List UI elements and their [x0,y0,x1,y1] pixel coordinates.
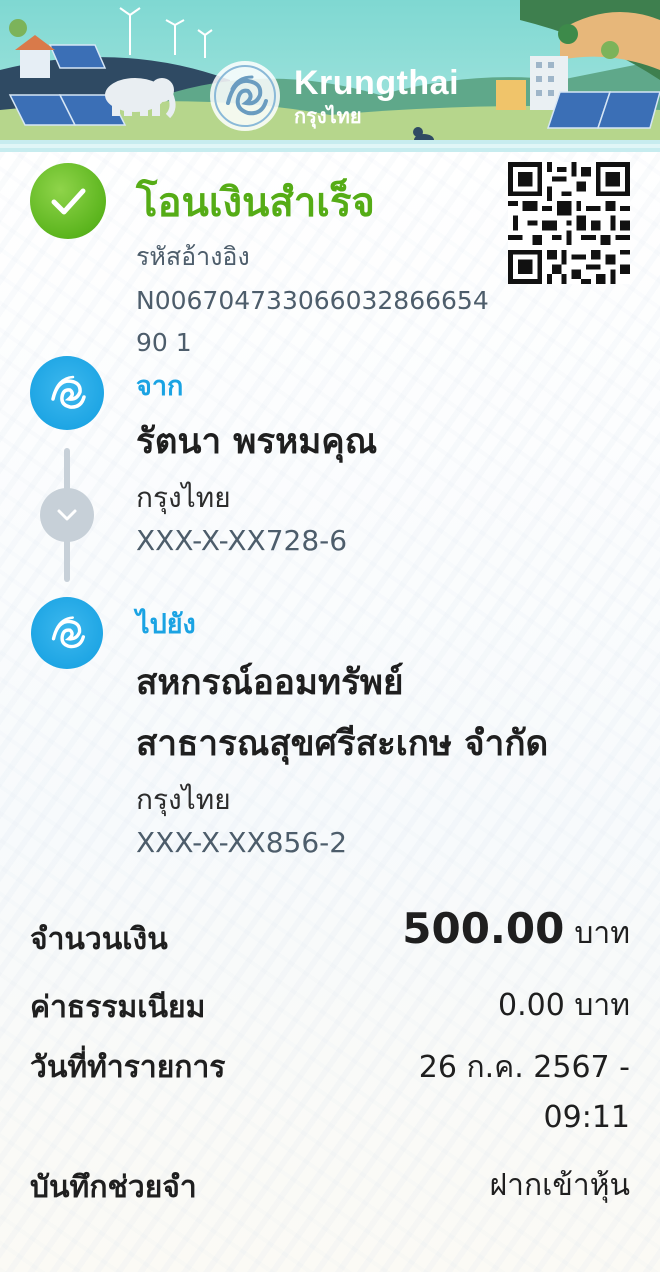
fee-value: 0.00 บาท [498,988,630,1023]
recipient-name-line1: สหกรณ์ออมทรัพย์ [136,663,404,703]
sender-account: XXX-X-XX728-6 [136,524,348,557]
recipient-account: XXX-X-XX856-2 [136,826,348,859]
memo-value: ฝากเข้าหุ้น [489,1168,630,1203]
recipient-bank: กรุงไทย [136,783,231,816]
recipient-name-line2: สาธารณสุขศรีสะเกษ จำกัด [136,724,549,764]
date-value-line2: 09:11 [543,1100,630,1135]
qr-code-icon[interactable] [508,162,630,284]
sender-name: รัตนา พรหมคุณ [136,422,378,462]
amount-unit: บาท [574,916,630,951]
status-title: โอนเงินสำเร็จ [136,180,375,226]
reference-label: รหัสอ้างอิง [136,242,250,271]
amount-value: 500.00 [402,904,565,953]
fee-label: ค่าธรรมเนียม [30,990,206,1025]
from-label: จาก [136,371,184,402]
check-circle-icon [30,163,106,239]
reference-value: N00670473306603286665490 1 [136,286,489,357]
amount-label: จำนวนเงิน [30,922,168,957]
date-label: วันที่ทำรายการ [30,1050,226,1085]
recipient-avatar [31,597,103,669]
date-value-line1: 26 ก.ค. 2567 - [418,1050,630,1085]
krungthai-bird-icon [51,375,86,409]
to-label: ไปยัง [136,609,196,640]
amount-value-group: 500.00 บาท [402,904,630,957]
memo-label: บันทึกช่วยจำ [30,1170,197,1205]
chevron-down-icon [40,488,94,542]
sender-bank: กรุงไทย [136,481,231,514]
receipt-content: โอนเงินสำเร็จ รหัสอ้างอิง N0067047330660… [0,0,660,1272]
sender-avatar [30,356,104,430]
krungthai-bird-icon [51,616,86,649]
